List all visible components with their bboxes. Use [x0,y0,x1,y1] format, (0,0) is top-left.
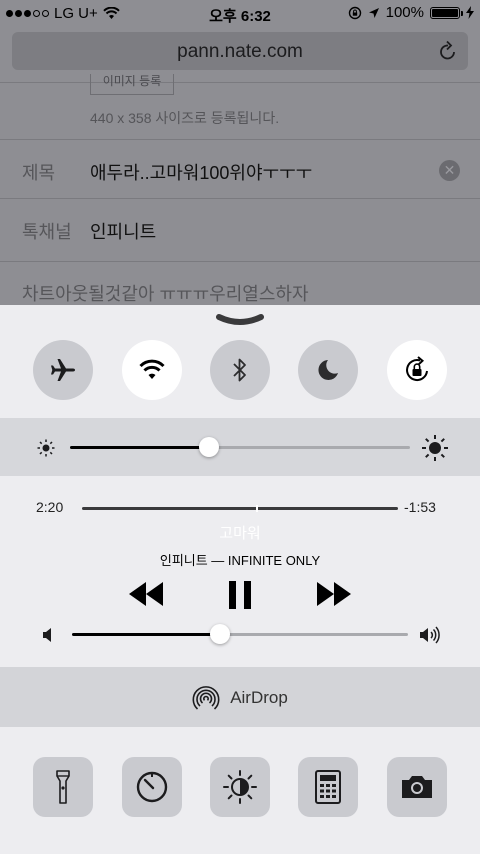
brightness-low-icon [37,439,55,457]
chevron-down-icon[interactable] [216,313,264,327]
channel-value[interactable]: 인피니트 [90,218,156,244]
elapsed-time: 2:20 [36,499,64,515]
calculator-button[interactable] [298,757,358,817]
airdrop-button[interactable]: AirDrop [0,667,480,727]
address-bar[interactable]: pann.nate.com [12,32,468,70]
title-input[interactable]: 애두라..고마워100위야ㅜㅜㅜ [90,159,312,185]
title-label: 제목 [22,163,56,183]
airplane-icon [51,359,75,381]
flashlight-icon [56,770,70,804]
calculator-icon [315,770,341,804]
night-shift-icon [223,770,257,804]
playback-scrubber[interactable] [82,505,398,513]
airdrop-icon [192,686,220,710]
brightness-slider[interactable] [70,436,410,458]
channel-label: 톡채널 [22,222,72,242]
remaining-time: -1:53 [404,499,436,515]
airdrop-label: AirDrop [230,688,288,707]
night-shift-button[interactable] [210,757,270,817]
shortcut-row [0,757,480,817]
camera-icon [402,776,432,798]
image-size-hint: 440 x 358 사이즈로 등록됩니다. [90,110,280,126]
music-controls: 2:20 -1:53 고마워 인피니트 — INFINITE ONLY [0,477,480,667]
volume-slider-thumb[interactable] [210,624,230,644]
rotation-lock-icon [406,356,428,382]
location-arrow-icon [368,7,379,18]
title-row: 제목 애두라..고마워100위야ㅜㅜㅜ ✕ [0,139,480,204]
rotation-lock-toggle[interactable] [387,340,447,400]
charging-bolt-icon [466,6,474,19]
rewind-icon[interactable] [126,580,166,608]
control-center: 2:20 -1:53 고마워 인피니트 — INFINITE ONLY AirD… [0,305,480,854]
timer-button[interactable] [122,757,182,817]
volume-slider[interactable] [72,623,408,645]
clear-icon[interactable]: ✕ [439,160,460,181]
status-bar: LG U+ 오후 6:32 100% [0,0,480,28]
wifi-icon [139,359,165,379]
url-text: pann.nate.com [177,41,303,62]
volume-low-icon [43,628,51,642]
orientation-lock-icon [348,6,361,19]
song-artist-album: 인피니트 — INFINITE ONLY [159,553,321,568]
image-upload-button[interactable]: 이미지 등록 [90,74,174,95]
battery-icon [430,6,463,19]
airplane-mode-toggle[interactable] [33,340,93,400]
background-web-page: pann.nate.com 이미지 등록 440 x 358 사이즈로 등록됩니… [0,28,480,328]
camera-button[interactable] [387,757,447,817]
scrubber-position[interactable] [256,505,258,512]
fast-forward-icon[interactable] [314,580,354,608]
flashlight-button[interactable] [33,757,93,817]
moon-icon [318,360,338,380]
brightness-high-icon [422,435,448,461]
reload-icon[interactable] [438,40,458,62]
body-text-preview[interactable]: 차트아웃될것같아 ㅠㅠㅠ우리열스하자 [22,280,309,306]
toggle-row [0,340,480,402]
song-title: 고마워 [219,525,261,542]
channel-row: 톡채널 인피니트 [0,198,480,263]
wifi-toggle[interactable] [122,340,182,400]
pause-icon[interactable] [226,580,254,610]
timer-icon [136,771,168,803]
battery-percentage: 100% [385,4,424,21]
bluetooth-icon [233,358,246,382]
brightness-panel [0,418,480,476]
brightness-slider-thumb[interactable] [199,437,219,457]
do-not-disturb-toggle[interactable] [298,340,358,400]
bluetooth-toggle[interactable] [210,340,270,400]
volume-high-icon [420,626,440,644]
header-divider [0,82,480,83]
